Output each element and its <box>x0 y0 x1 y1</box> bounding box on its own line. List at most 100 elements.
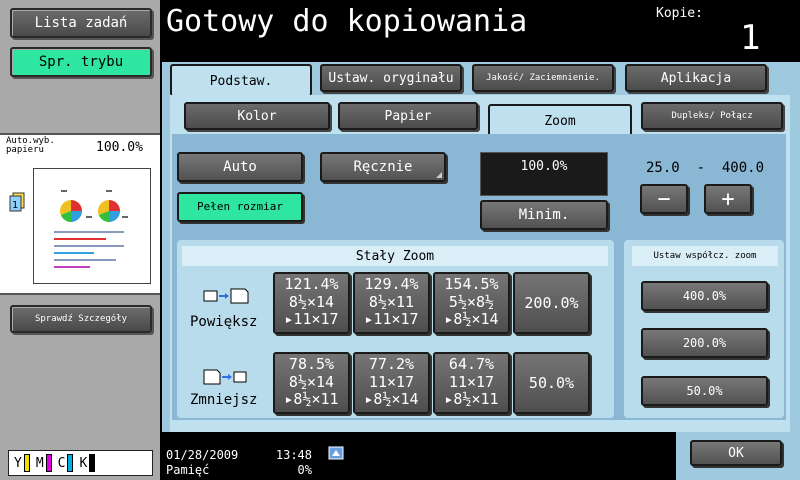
zoom-preset-enlarge-3[interactable]: 154.5% 5½×8½ ▸8½×14 <box>433 272 510 334</box>
tab-application[interactable]: Aplikacja <box>625 64 767 92</box>
svg-text:1: 1 <box>12 200 18 211</box>
mode-check-button[interactable]: Spr. trybu <box>10 47 152 77</box>
toner-levels: Y M C K <box>8 450 153 476</box>
zoom-auto-button[interactable]: Auto <box>177 152 303 182</box>
toner-magenta-bar <box>45 454 52 472</box>
toner-cyan-bar <box>67 454 74 472</box>
user-zoom-preset-label: 50.0% <box>686 384 723 398</box>
zoom-preset-to: ▸8½×11 <box>284 390 339 408</box>
subtab-color[interactable]: Kolor <box>184 102 330 130</box>
zoom-preset-to: ▸8½×14 <box>444 310 499 328</box>
page-preview-graphic <box>54 190 128 268</box>
zoom-preset-from: 8½×11 <box>368 293 415 311</box>
page-preview-thumbnail <box>33 168 151 284</box>
auto-zoom-percent: 100.0% <box>96 140 143 155</box>
zoom-preset-50[interactable]: 50.0% <box>513 352 590 414</box>
zoom-preset-to: ▸8½×14 <box>364 390 419 408</box>
full-size-button[interactable]: Pełen rozmiar <box>177 192 303 222</box>
toner-yellow-bar <box>23 454 30 472</box>
toner-yellow: Y <box>14 454 30 472</box>
zoom-preset-reduce-2[interactable]: 77.2% 11×17 ▸8½×14 <box>353 352 430 414</box>
plus-icon: + <box>721 186 735 212</box>
fixed-zoom-header: Stały Zoom <box>182 246 608 266</box>
subtab-paper[interactable]: Papier <box>338 102 478 130</box>
minus-icon: − <box>657 186 671 212</box>
toner-black-label: K <box>79 455 88 471</box>
auto-paper-label: Auto.wyb. papieru <box>6 136 55 155</box>
zoom-decrease-button[interactable]: − <box>640 184 688 214</box>
subtab-zoom-label: Zoom <box>544 113 576 129</box>
tab-original-label: Ustaw. oryginału <box>328 70 454 86</box>
zoom-preset-pct: 77.2% <box>368 355 415 373</box>
subtab-duplex-label: Dupleks/ Połącz <box>671 110 753 121</box>
memory-value: 0% <box>297 463 312 477</box>
subtab-duplex-combine[interactable]: Dupleks/ Połącz <box>641 102 783 130</box>
reduce-paper-icon <box>203 369 247 385</box>
user-zoom-preset-2[interactable]: 200.0% <box>641 328 768 358</box>
enlarge-paper-icon <box>203 288 249 304</box>
zoom-auto-label: Auto <box>223 159 257 175</box>
user-zoom-preset-label: 200.0% <box>682 336 727 350</box>
network-status-icon <box>328 446 344 460</box>
footer-date: 01/28/2009 <box>166 448 239 462</box>
zoom-preset-to: ▸8½×11 <box>444 390 499 408</box>
zoom-preset-pct: 200.0% <box>524 294 579 312</box>
toner-black: K <box>79 454 96 472</box>
footer-date-block: 01/28/2009 Pamięć <box>166 448 238 478</box>
job-list-button[interactable]: Lista zadań <box>10 8 152 38</box>
subtab-zoom[interactable]: Zoom <box>488 104 632 136</box>
full-size-label: Pełen rozmiar <box>196 200 284 213</box>
tab-basic[interactable]: Podstaw. <box>170 64 312 96</box>
subtab-paper-label: Papier <box>384 108 432 124</box>
zoom-manual-label: Ręcznie <box>353 159 413 175</box>
zoom-preset-to: ▸11×17 <box>284 310 339 328</box>
user-zoom-header-text: Ustaw współcz. zoom <box>653 250 757 261</box>
tab-application-label: Aplikacja <box>660 70 732 86</box>
zoom-preset-to: ▸11×17 <box>364 310 419 328</box>
zoom-manual-button[interactable]: Ręcznie <box>320 152 446 182</box>
zoom-preset-enlarge-1[interactable]: 121.4% 8½×14 ▸11×17 <box>273 272 350 334</box>
zoom-preset-200[interactable]: 200.0% <box>513 272 590 334</box>
tab-quality-label: Jakość/ Zaciemnienie. <box>486 72 600 83</box>
job-list-label: Lista zadań <box>34 15 128 31</box>
mode-check-label: Spr. trybu <box>38 54 124 70</box>
minimal-button[interactable]: Minim. <box>480 200 608 230</box>
user-zoom-preset-3[interactable]: 50.0% <box>641 376 768 406</box>
footer-time: 13:48 <box>275 448 312 462</box>
tab-quality-density[interactable]: Jakość/ Zaciemnienie. <box>472 64 614 92</box>
toner-cyan-label: C <box>57 455 66 471</box>
minimal-label: Minim. <box>518 207 570 223</box>
zoom-preset-pct: 121.4% <box>284 275 339 293</box>
zoom-increase-button[interactable]: + <box>704 184 752 214</box>
toner-black-bar <box>89 454 96 472</box>
tab-basic-label: Podstaw. <box>209 73 273 89</box>
toner-yellow-label: Y <box>14 455 22 471</box>
zoom-value-display: 100.0% <box>480 152 608 196</box>
zoom-preset-from: 11×17 <box>448 373 495 391</box>
zoom-preset-from: 8½×14 <box>288 373 335 391</box>
check-details-button[interactable]: Sprawdź Szczegóły <box>10 305 152 333</box>
zoom-preset-reduce-3[interactable]: 64.7% 11×17 ▸8½×11 <box>433 352 510 414</box>
zoom-range: 25.0 - 400.0 <box>646 160 765 176</box>
user-zoom-preset-1[interactable]: 400.0% <box>641 281 768 311</box>
zoom-preset-from: 5½×8½ <box>448 293 495 311</box>
zoom-preset-from: 8½×14 <box>288 293 335 311</box>
zoom-preset-pct: 50.0% <box>528 374 575 392</box>
fixed-zoom-header-text: Stały Zoom <box>355 248 435 264</box>
status-title: Gotowy do kopiowania <box>166 4 528 39</box>
zoom-preset-reduce-1[interactable]: 78.5% 8½×14 ▸8½×11 <box>273 352 350 414</box>
zoom-preset-enlarge-2[interactable]: 129.4% 8½×11 ▸11×17 <box>353 272 430 334</box>
zoom-preset-from: 11×17 <box>368 373 415 391</box>
zoom-value-text: 100.0% <box>520 159 568 174</box>
check-details-label: Sprawdź Szczegóły <box>34 313 128 324</box>
zoom-preset-pct: 154.5% <box>444 275 499 293</box>
user-zoom-preset-label: 400.0% <box>682 289 727 303</box>
toner-cyan: C <box>58 454 74 472</box>
zoom-preset-pct: 129.4% <box>364 275 419 293</box>
zoom-preset-pct: 64.7% <box>448 355 495 373</box>
tab-original-settings[interactable]: Ustaw. oryginału <box>320 64 462 92</box>
footer-time-block: 13:48 0% <box>272 448 312 478</box>
ok-label: OK <box>728 445 744 461</box>
toner-magenta: M <box>36 454 52 472</box>
ok-button[interactable]: OK <box>690 440 782 466</box>
